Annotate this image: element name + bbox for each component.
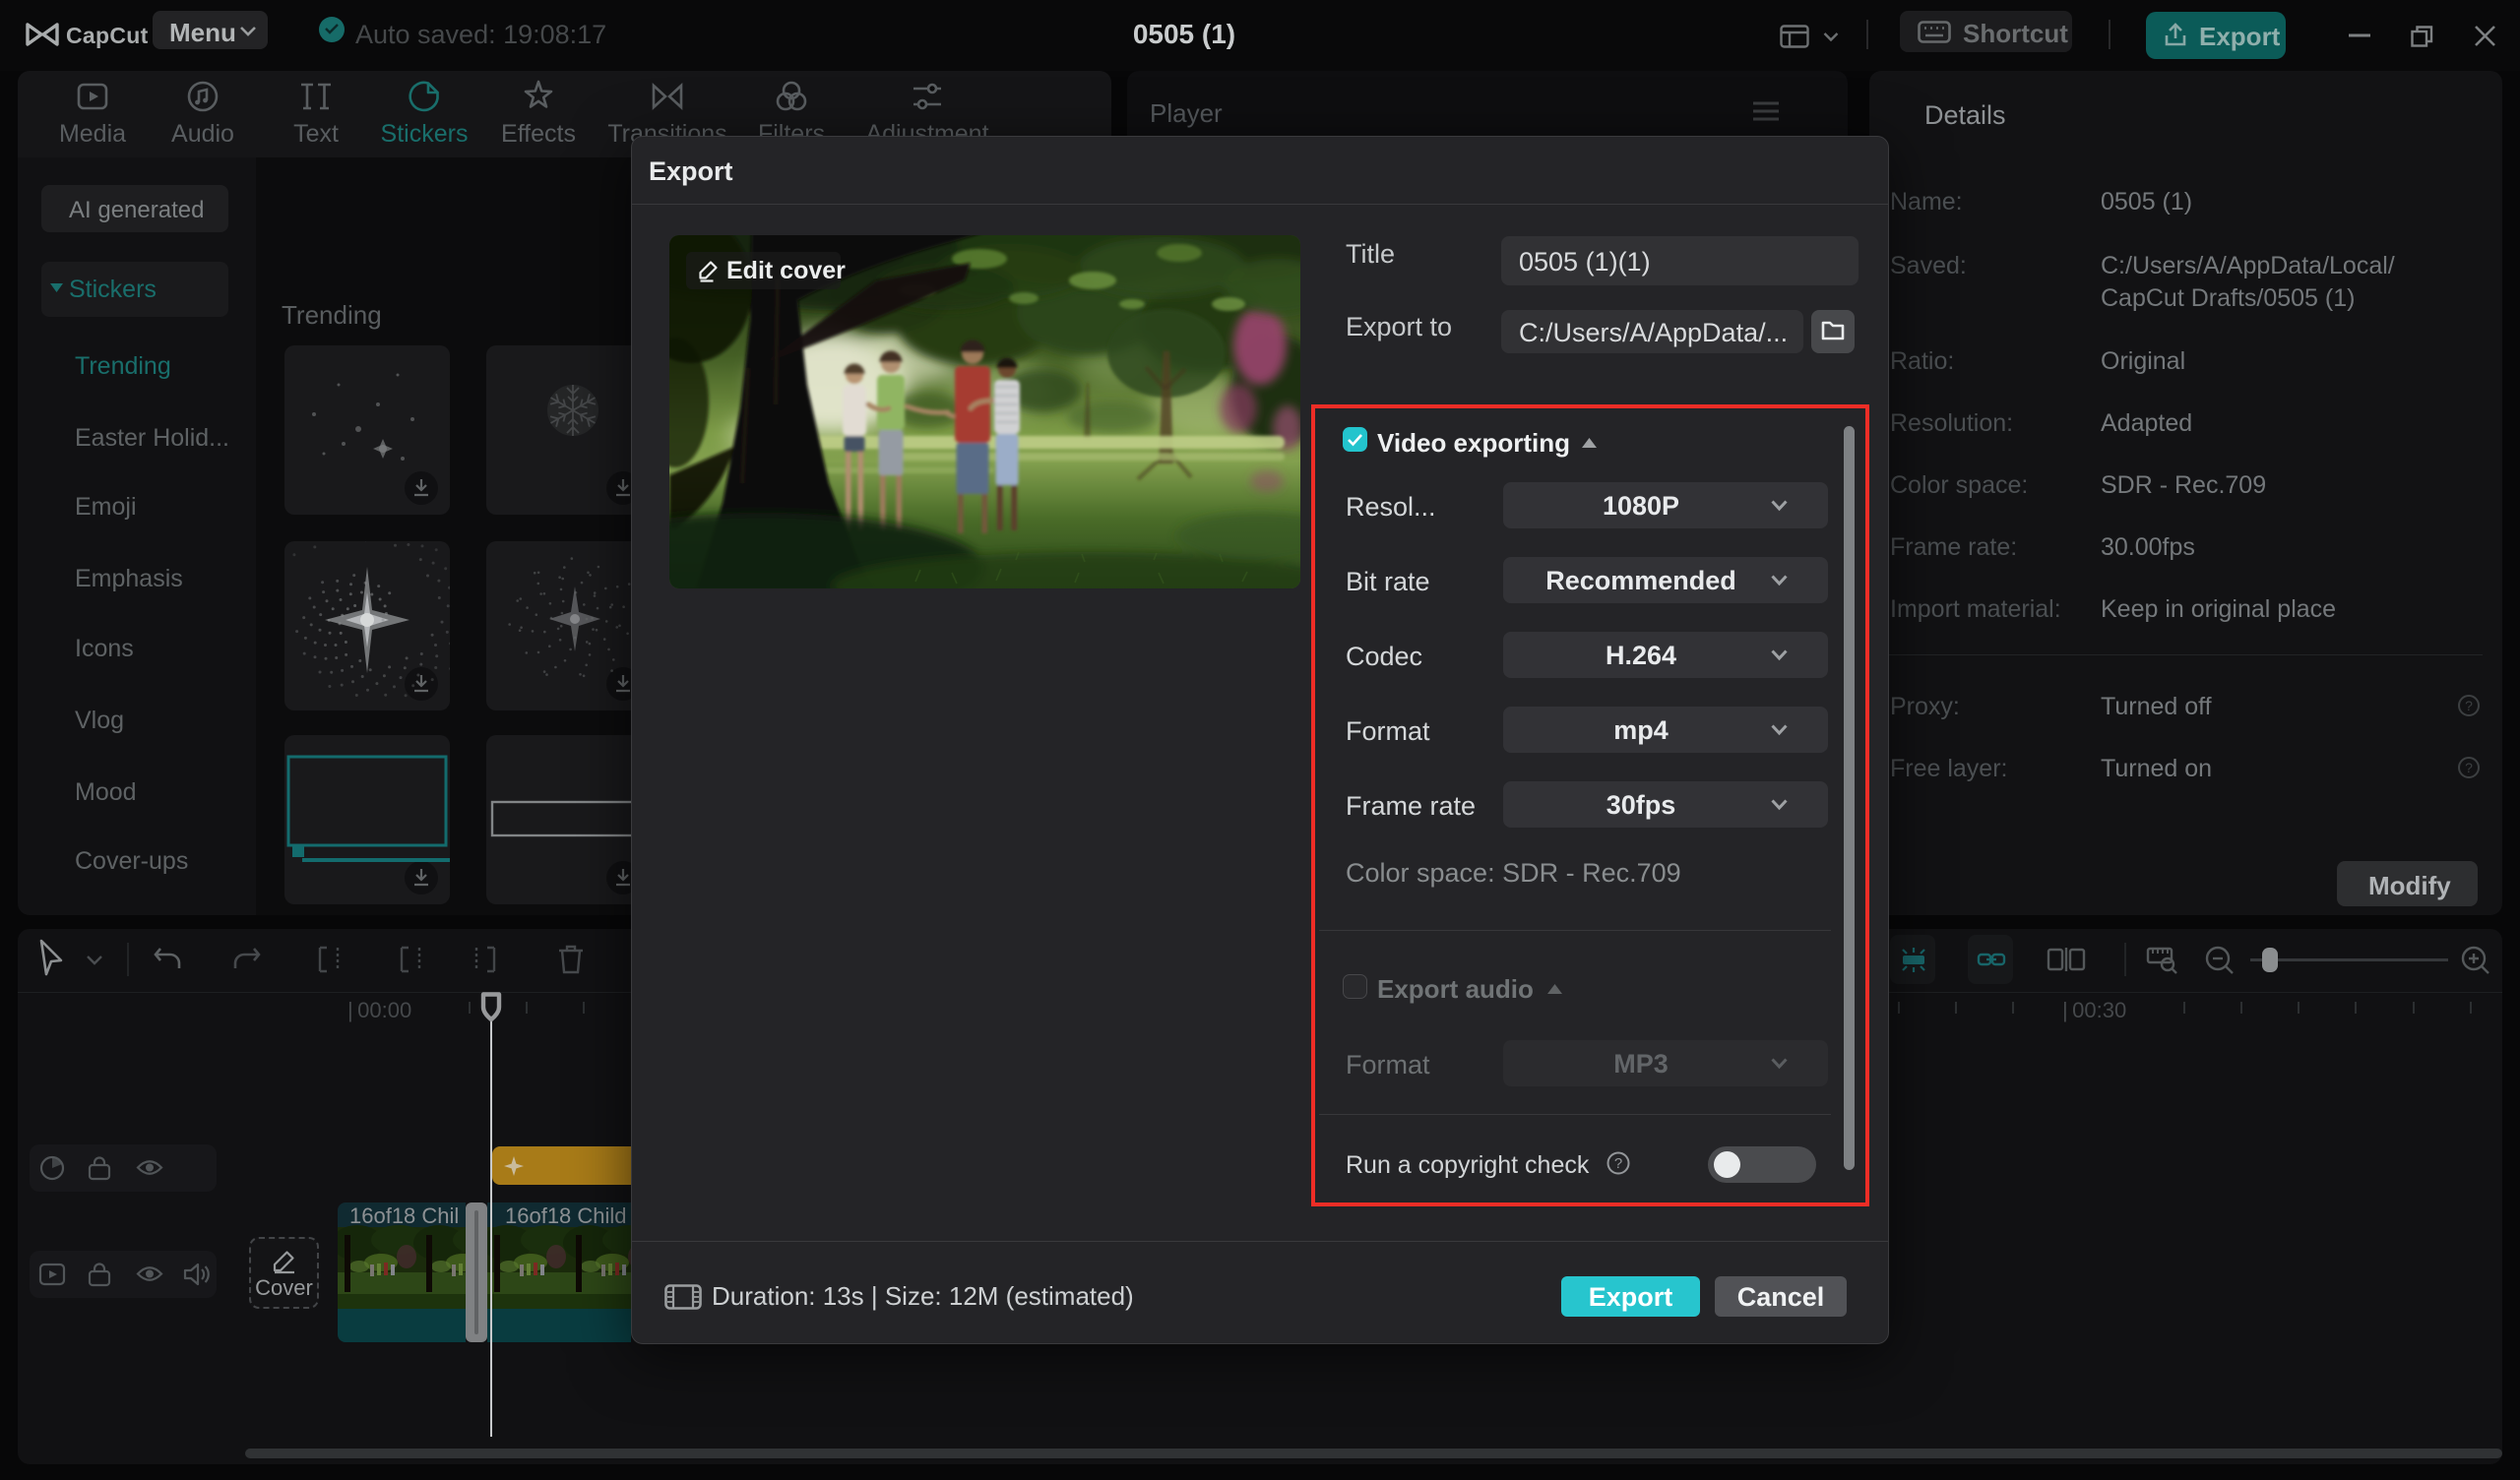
svg-text:?: ? (2465, 760, 2473, 775)
svg-text:?: ? (1614, 1155, 1622, 1172)
svg-text:?: ? (2465, 698, 2473, 713)
